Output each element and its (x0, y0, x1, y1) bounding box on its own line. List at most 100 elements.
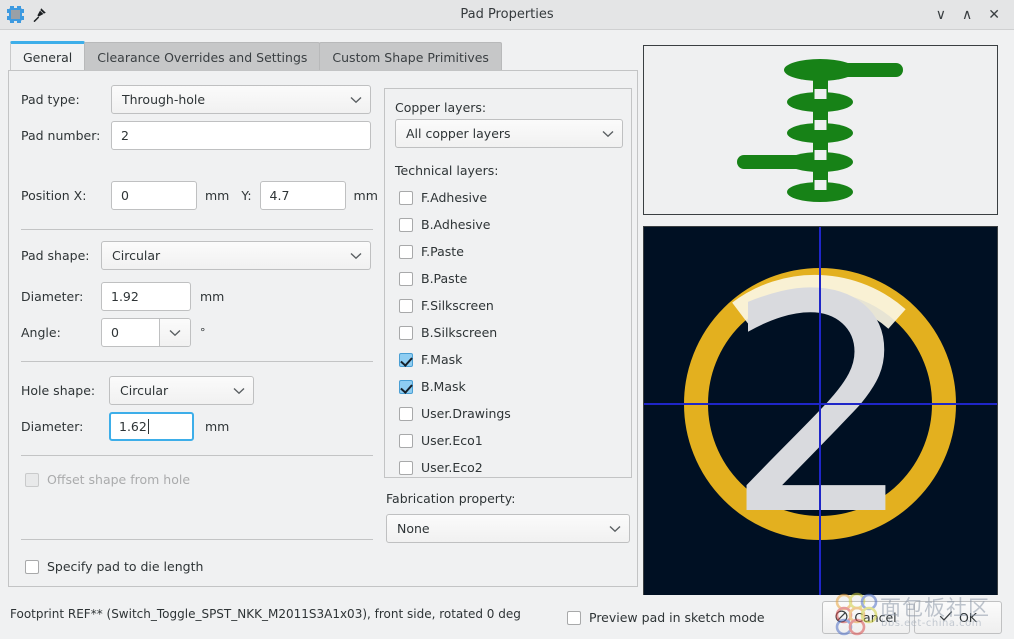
tab-custom-shape-primitives[interactable]: Custom Shape Primitives (319, 42, 502, 71)
hole-diameter-value: 1.62 (119, 419, 147, 434)
position-y-label: Y: (241, 188, 252, 203)
pad-diameter-input[interactable]: 1.92 (101, 282, 191, 311)
pad-shape-select[interactable]: Circular (101, 241, 371, 270)
layer-checkbox-b-paste[interactable]: B.Paste (399, 265, 619, 292)
divider-3 (21, 455, 373, 456)
chevron-down-icon[interactable] (159, 319, 190, 346)
pad-shape-value: Circular (112, 248, 161, 263)
divider-4 (21, 539, 373, 540)
pad-diameter-row: Diameter: 1.92 mm (21, 282, 224, 311)
position-x-value: 0 (121, 188, 129, 203)
position-y-unit: mm (353, 188, 378, 203)
layer-label: B.Silkscreen (421, 325, 498, 340)
chevron-down-icon (609, 525, 621, 533)
pad-diameter-value: 1.92 (111, 289, 139, 304)
tab-general[interactable]: General (10, 41, 86, 71)
layer-label: B.Mask (421, 379, 466, 394)
position-row: Position X: 0 mm Y: 4.7 mm (21, 181, 378, 210)
hole-shape-label: Hole shape: (21, 383, 96, 398)
checkbox-box[interactable] (399, 298, 413, 313)
cancel-button[interactable]: Cancel (822, 601, 910, 634)
hole-diameter-row: Diameter: 1.62 mm (21, 412, 229, 441)
check-icon (939, 610, 953, 625)
copper-layers-label: Copper layers: (395, 100, 487, 115)
layer-checkbox-b-mask[interactable]: B.Mask (399, 373, 619, 400)
tab-clearance-overrides[interactable]: Clearance Overrides and Settings (84, 42, 321, 71)
window-title: Pad Properties (460, 7, 554, 22)
checkbox-box[interactable] (399, 433, 413, 448)
checkbox-box[interactable] (399, 325, 413, 340)
hole-shape-row: Hole shape: Circular (21, 376, 254, 405)
ok-label: OK (958, 610, 978, 625)
pad-stack-svg (737, 59, 903, 202)
pad-number-label: Pad number: (21, 128, 101, 143)
ok-button[interactable]: OK (914, 601, 1002, 634)
kicad-pad-icon (7, 6, 24, 23)
copper-layers-select[interactable]: All copper layers (395, 119, 623, 148)
pad-number-row: Pad number: 2 (21, 121, 381, 150)
pin-icon[interactable] (32, 7, 47, 22)
sketch-mode-checkbox[interactable]: Preview pad in sketch mode (567, 610, 765, 625)
pad-2d-svg: 2 (644, 227, 997, 597)
chevron-down-icon (602, 130, 614, 138)
checkbox-box[interactable] (399, 190, 413, 205)
layer-label: User.Eco1 (421, 433, 483, 448)
layer-checkbox-b-adhesive[interactable]: B.Adhesive (399, 211, 619, 238)
cancel-label: Cancel (854, 610, 897, 625)
chevron-down-icon (350, 252, 362, 260)
layer-label: User.Eco2 (421, 460, 483, 475)
checkbox-box[interactable] (399, 460, 413, 475)
checkbox-box[interactable] (399, 217, 413, 232)
angle-stepper[interactable]: 0 (101, 318, 191, 347)
checkbox-box[interactable] (399, 271, 413, 286)
pad-stack-preview (643, 45, 998, 215)
angle-value: 0 (111, 325, 119, 340)
checkbox-box[interactable] (399, 352, 413, 367)
checkbox-box[interactable] (25, 559, 39, 574)
die-length-checkbox[interactable]: Specify pad to die length (25, 559, 203, 574)
checkbox-box[interactable] (399, 244, 413, 259)
position-x-input[interactable]: 0 (111, 181, 197, 210)
fabrication-property-label: Fabrication property: (386, 491, 516, 506)
minimize-button[interactable]: ∨ (936, 8, 946, 22)
pad-2d-preview: 2 (643, 226, 998, 598)
divider-1 (21, 229, 373, 230)
pad-type-select[interactable]: Through-hole (111, 85, 371, 114)
pad-diameter-unit: mm (200, 289, 225, 304)
layer-checkbox-f-paste[interactable]: F.Paste (399, 238, 619, 265)
layer-checkbox-user-eco1[interactable]: User.Eco1 (399, 427, 619, 454)
layer-checkbox-f-mask[interactable]: F.Mask (399, 346, 619, 373)
offset-shape-label: Offset shape from hole (47, 472, 191, 487)
technical-layers-label: Technical layers: (395, 163, 499, 178)
layer-label: B.Paste (421, 271, 468, 286)
sketch-mode-label: Preview pad in sketch mode (589, 610, 765, 625)
chevron-down-icon (233, 387, 245, 395)
hole-diameter-label: Diameter: (21, 419, 84, 434)
pad-shape-label: Pad shape: (21, 248, 90, 263)
pad-shape-row: Pad shape: Circular (21, 241, 371, 270)
checkbox-box[interactable] (399, 379, 413, 394)
fabrication-property-select[interactable]: None (386, 514, 630, 543)
layer-checkbox-user-drawings[interactable]: User.Drawings (399, 400, 619, 427)
checkbox-box (25, 472, 39, 487)
position-y-input[interactable]: 4.7 (259, 181, 346, 210)
maximize-button[interactable]: ∧ (962, 8, 972, 22)
pad-number-input[interactable]: 2 (111, 121, 371, 150)
hole-shape-select[interactable]: Circular (109, 376, 254, 405)
layer-label: F.Mask (421, 352, 463, 367)
close-button[interactable]: ✕ (988, 8, 1000, 22)
layer-checkbox-f-adhesive[interactable]: F.Adhesive (399, 184, 619, 211)
hole-diameter-input[interactable]: 1.62 (109, 412, 194, 441)
checkbox-box[interactable] (399, 406, 413, 421)
hole-diameter-unit: mm (205, 419, 230, 434)
pad-type-row: Pad type: Through-hole (21, 85, 381, 114)
layer-checkbox-b-silkscreen[interactable]: B.Silkscreen (399, 319, 619, 346)
pad-type-label: Pad type: (21, 92, 80, 107)
die-length-label: Specify pad to die length (47, 559, 204, 574)
checkbox-box[interactable] (567, 610, 581, 625)
title-bar: Pad Properties ∨ ∧ ✕ (0, 0, 1014, 30)
layer-checkbox-f-silkscreen[interactable]: F.Silkscreen (399, 292, 619, 319)
layer-label: B.Adhesive (421, 217, 491, 232)
layer-checkbox-user-eco2[interactable]: User.Eco2 (399, 454, 619, 481)
position-x-unit: mm (205, 188, 230, 203)
